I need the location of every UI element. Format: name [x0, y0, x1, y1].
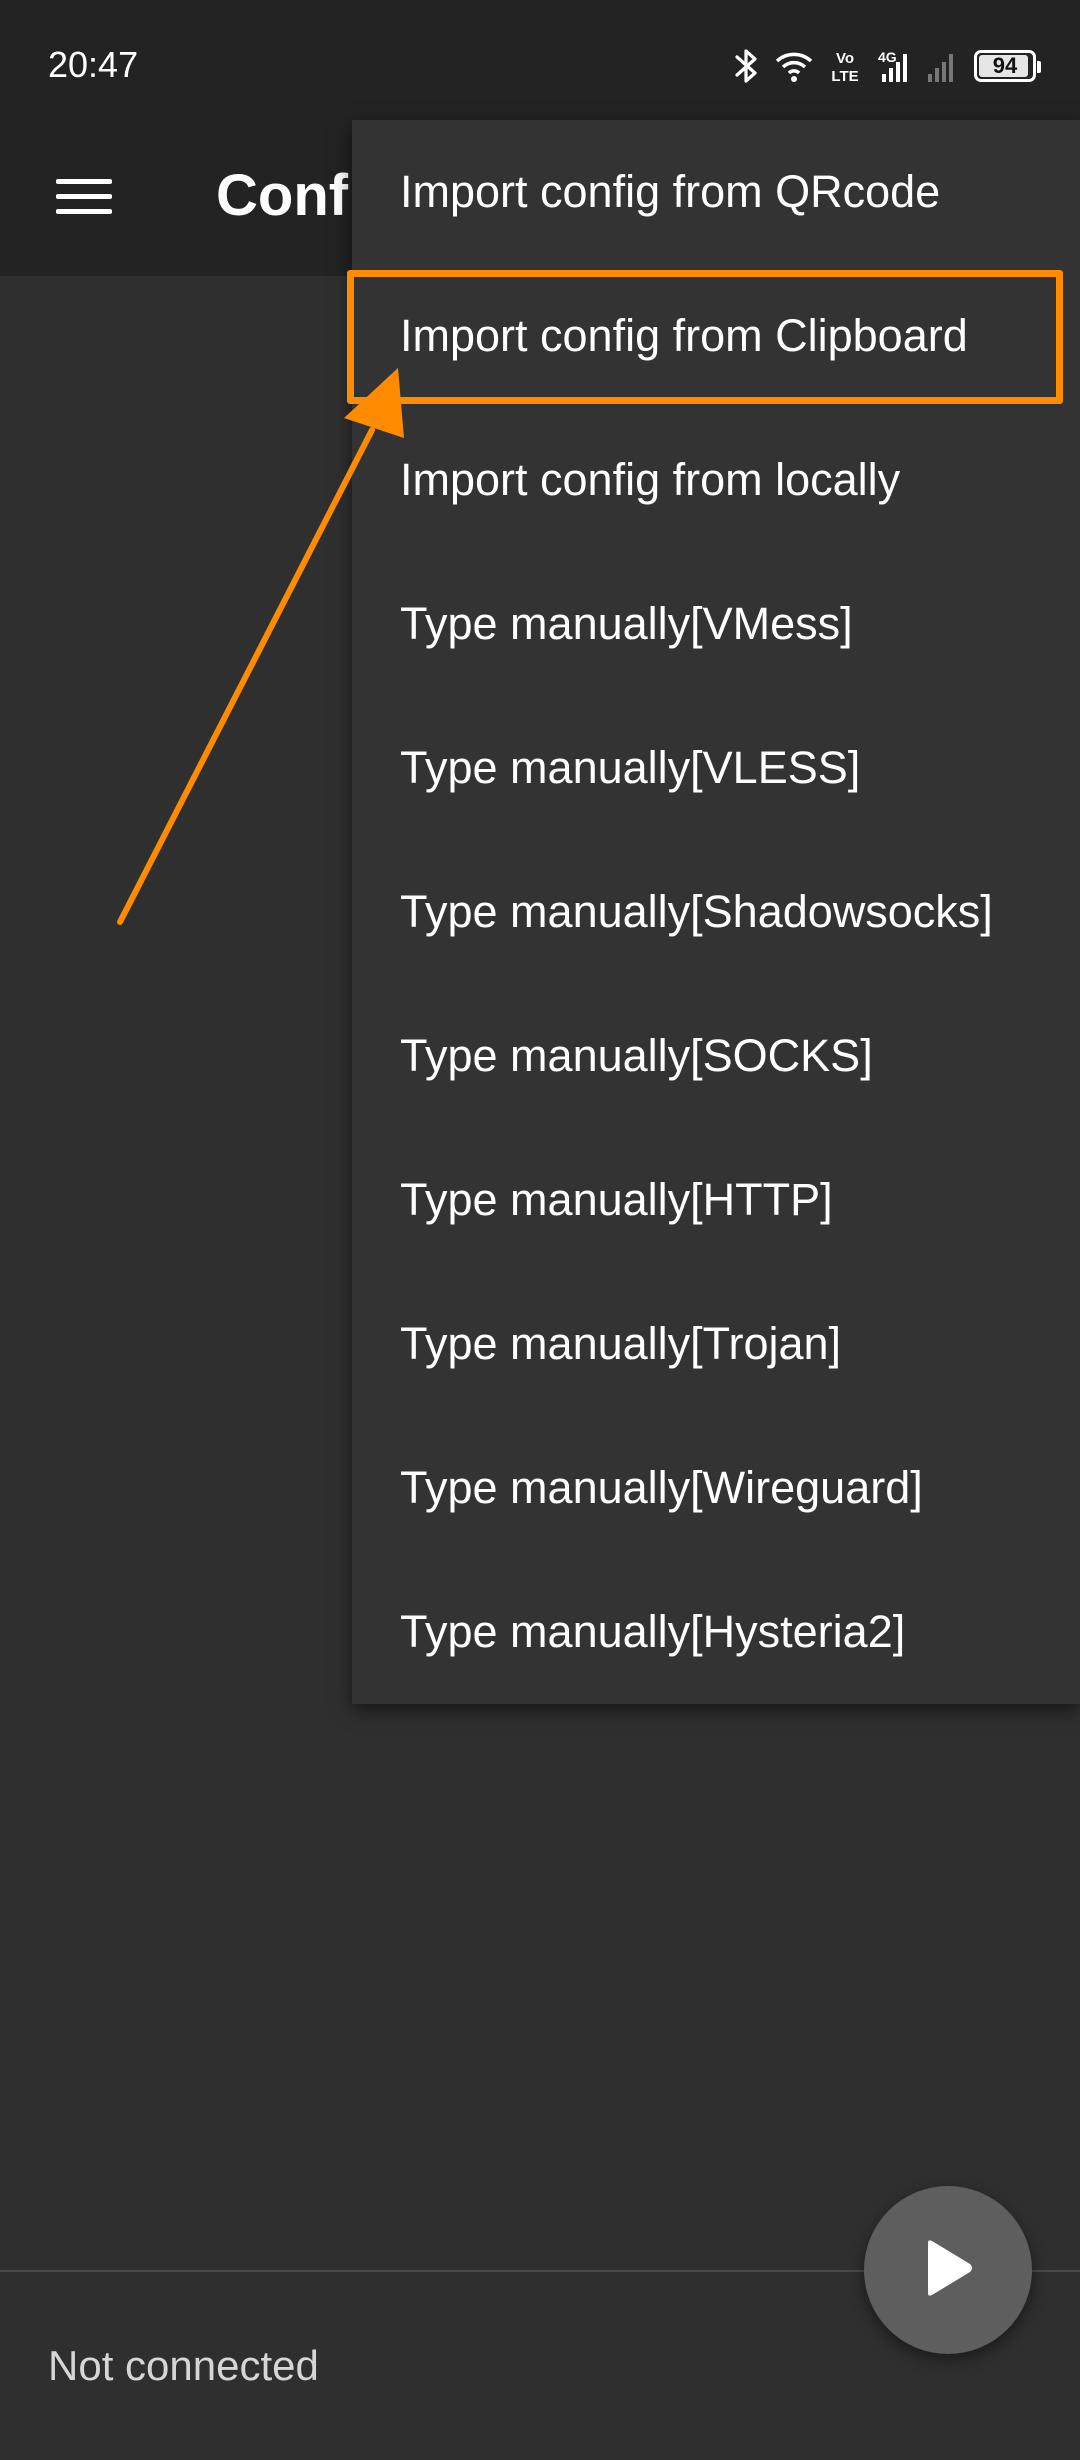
svg-text:Vo: Vo — [836, 50, 854, 67]
status-icons: Vo LTE 4G 94 — [734, 46, 1041, 86]
menu-item-type-trojan[interactable]: Type manually[Trojan] — [352, 1272, 1080, 1416]
screen: 20:47 Vo LTE 4G 94 Confi Import config f… — [0, 0, 1080, 2460]
import-dropdown-menu: Import config from QRcode Import config … — [352, 120, 1080, 1704]
battery-icon: 94 — [974, 50, 1041, 82]
menu-item-import-clipboard[interactable]: Import config from Clipboard — [352, 264, 1080, 408]
volte-icon: Vo LTE — [828, 48, 862, 84]
status-bar: 20:47 Vo LTE 4G 94 — [0, 0, 1080, 118]
svg-text:4G: 4G — [878, 49, 897, 65]
menu-item-type-http[interactable]: Type manually[HTTP] — [352, 1128, 1080, 1272]
connection-status: Not connected — [48, 2342, 319, 2389]
status-time: 20:47 — [48, 44, 139, 85]
menu-item-type-wireguard[interactable]: Type manually[Wireguard] — [352, 1416, 1080, 1560]
app-title: Confi — [216, 163, 365, 228]
menu-item-type-vmess[interactable]: Type manually[VMess] — [352, 552, 1080, 696]
4g-signal-icon: 4G — [876, 48, 912, 84]
hamburger-menu-icon[interactable] — [40, 160, 128, 232]
bluetooth-icon — [734, 47, 760, 85]
menu-item-type-vless[interactable]: Type manually[VLESS] — [352, 696, 1080, 840]
menu-item-type-hysteria2[interactable]: Type manually[Hysteria2] — [352, 1560, 1080, 1704]
menu-item-type-socks[interactable]: Type manually[SOCKS] — [352, 984, 1080, 1128]
signal-icon — [926, 48, 960, 84]
play-icon — [920, 2237, 976, 2304]
connect-button[interactable] — [864, 2186, 1032, 2354]
svg-text:LTE: LTE — [831, 68, 858, 84]
menu-item-type-shadowsocks[interactable]: Type manually[Shadowsocks] — [352, 840, 1080, 984]
battery-label: 94 — [992, 53, 1018, 78]
menu-item-import-locally[interactable]: Import config from locally — [352, 408, 1080, 552]
wifi-icon — [774, 49, 814, 83]
menu-item-import-qrcode[interactable]: Import config from QRcode — [352, 120, 1080, 264]
